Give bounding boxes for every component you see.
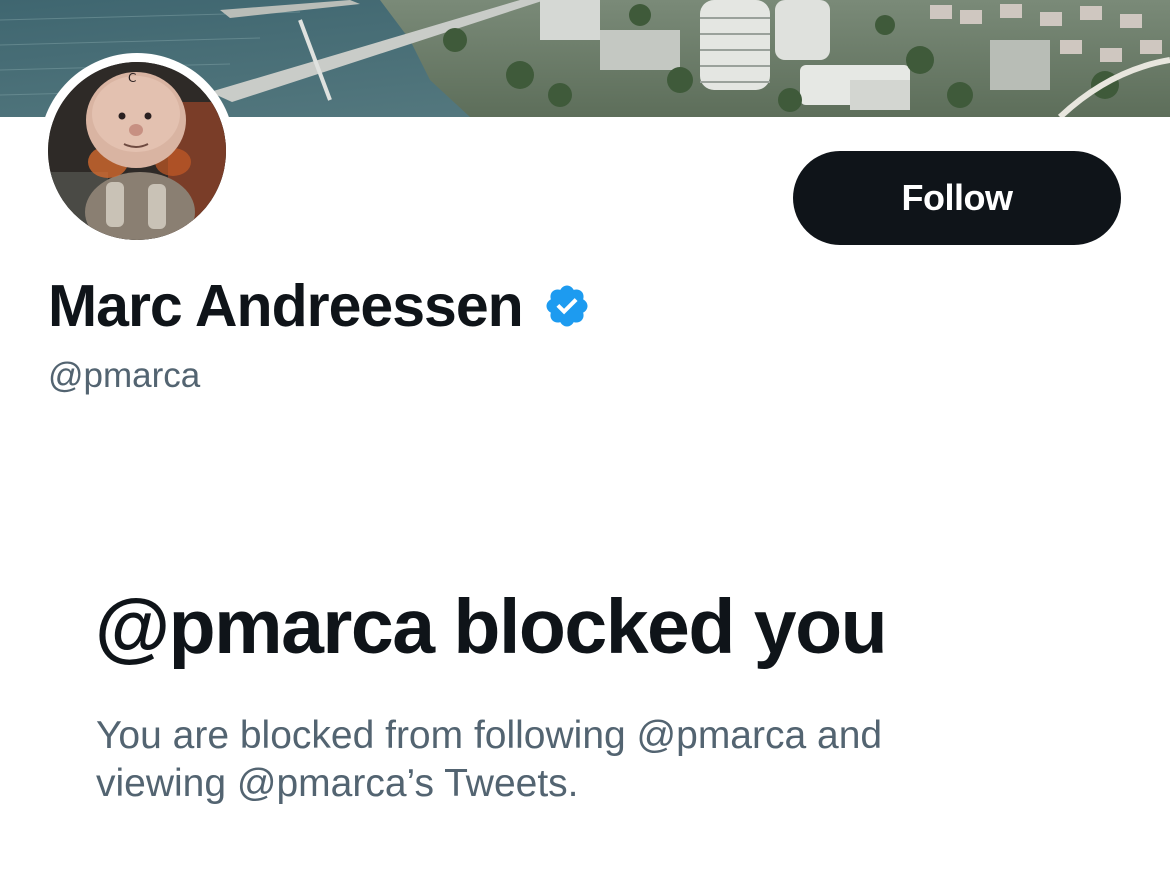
avatar[interactable]: C	[39, 53, 235, 249]
profile-handle: @pmarca	[48, 356, 201, 395]
svg-text:C: C	[128, 71, 136, 85]
verified-badge-icon[interactable]	[543, 282, 591, 330]
display-name: Marc Andreessen	[48, 273, 524, 339]
avatar-image: C	[48, 62, 226, 240]
blocked-title: @pmarca blocked you	[95, 584, 888, 670]
profile-page: C Follow Marc Andreessen @pmarca @pmarca…	[0, 0, 1170, 886]
blocked-description: You are blocked from following @pmarca a…	[96, 714, 883, 805]
profile-name-row: Marc Andreessen	[48, 270, 591, 342]
follow-button[interactable]: Follow	[793, 151, 1121, 245]
